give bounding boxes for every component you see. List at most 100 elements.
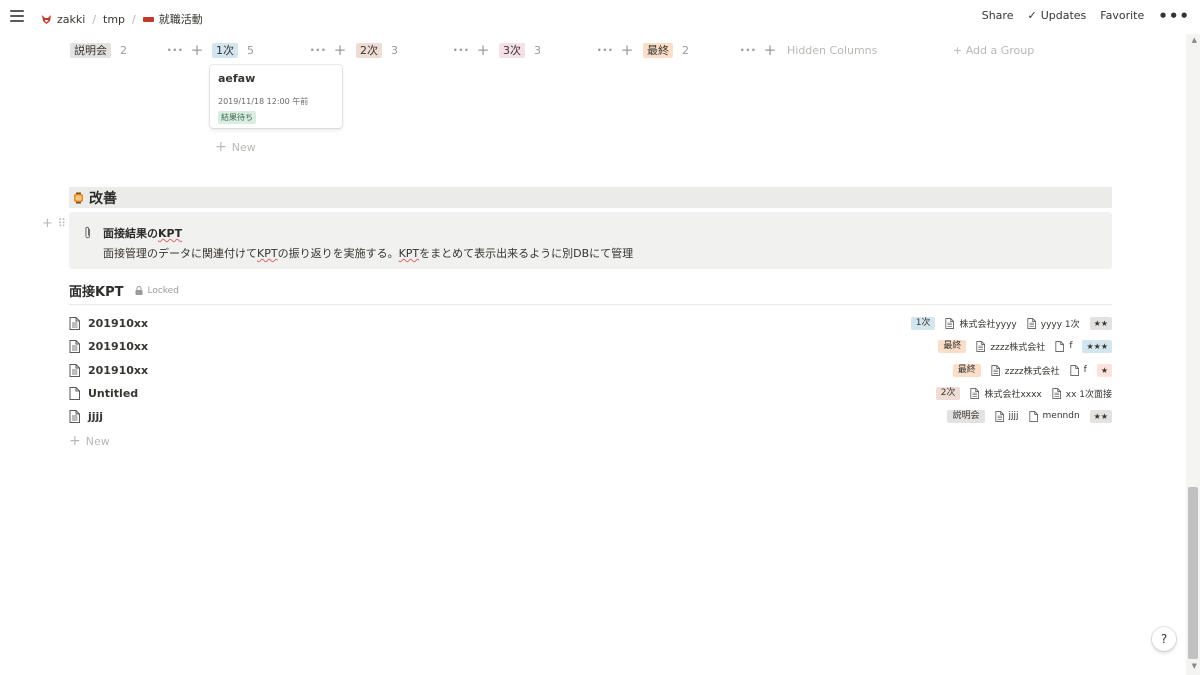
table-row[interactable]: 201910xx 最終 zzzz株式会社 f ★ [69, 360, 1112, 380]
company-relation[interactable]: 株式会社xxxx [970, 387, 1042, 400]
share-button[interactable]: Share [982, 9, 1014, 22]
table-row[interactable]: Untitled 2次 株式会社xxxx xx 1次面接 [69, 383, 1112, 403]
board-card[interactable]: aefaw 2019/11/18 12:00 午前 結果待ち [210, 65, 342, 128]
menu-icon[interactable] [10, 10, 24, 22]
company-relation[interactable]: 株式会社yyyy [945, 317, 1017, 330]
interview-relation[interactable]: menndn [1028, 410, 1080, 422]
more-options-icon[interactable]: ••• [1158, 8, 1190, 23]
top-actions: Share ✓ Updates Favorite ••• [968, 8, 1190, 23]
heading-text: 改善 [89, 190, 117, 207]
scrollbar-thumb[interactable] [1188, 487, 1198, 659]
table-row[interactable]: 201910xx 最終 zzzz株式会社 f ★★★ [69, 336, 1112, 356]
column-controls: ··· + [453, 41, 490, 59]
callout-block[interactable]: 面接結果のKPT 面接管理のデータに関連付けてKPTの振り返りを実施する。KPT… [69, 212, 1112, 269]
card-title: aefaw [218, 72, 256, 85]
board-column-3ji[interactable]: 3次 3 [499, 42, 541, 58]
interview-relation[interactable]: f [1070, 364, 1087, 376]
section-heading: 改善 [69, 187, 1112, 208]
page-icon [1052, 387, 1061, 399]
interview-name: menndn [1042, 411, 1080, 421]
red-bar-icon [142, 16, 154, 22]
row-title: Untitled [88, 386, 139, 400]
company-relation[interactable]: zzzz株式会社 [991, 364, 1060, 377]
column-count: 5 [247, 43, 254, 57]
page-icon [970, 387, 980, 399]
rating-tag: ★★ [1089, 316, 1112, 330]
column-add-icon[interactable]: + [621, 41, 634, 59]
column-more-icon[interactable]: ··· [310, 43, 327, 57]
help-button[interactable]: ? [1152, 627, 1176, 651]
page-icon [1070, 364, 1079, 376]
new-label: New [231, 140, 256, 154]
row-title: 201910xx [88, 339, 149, 353]
page-icon [69, 363, 80, 377]
check-icon: ✓ [1027, 9, 1037, 22]
board-column-setsumeikai[interactable]: 説明会 2 [70, 42, 127, 58]
page-icon [69, 316, 80, 330]
board-column-saishu[interactable]: 最終 2 [643, 42, 689, 58]
page-icon [69, 409, 80, 423]
hidden-columns[interactable]: Hidden Columns [787, 42, 877, 58]
page-icon [69, 386, 80, 400]
page-icon [994, 410, 1004, 422]
board-column-2ji[interactable]: 2次 3 [356, 42, 398, 58]
page-icon [69, 339, 80, 353]
locked-label: Locked [147, 285, 179, 296]
locked-badge[interactable]: Locked [135, 285, 179, 296]
row-properties: 2次 株式会社xxxx xx 1次面接 [935, 383, 1112, 403]
board-header: 説明会 2 ··· + 1次 5 ··· + 2次 3 ··· + 3次 3 ·… [70, 41, 1120, 59]
table-title[interactable]: 面接KPT [69, 281, 123, 300]
row-properties: 1次 株式会社yyyy yyyy 1次 ★★ [910, 313, 1112, 333]
block-handle[interactable]: + ⠿ [42, 216, 66, 231]
rating-tag: ★ [1096, 363, 1112, 377]
add-block-icon[interactable]: + [42, 216, 53, 231]
table-new-button[interactable]: + New [69, 433, 110, 449]
company-relation[interactable]: zzzz株式会社 [976, 340, 1045, 353]
table-row[interactable]: 201910xx 1次 株式会社yyyy yyyy 1次 ★★ [69, 313, 1112, 333]
company-name: jjjj [1008, 411, 1019, 421]
top-bar: zakki / tmp / 就職活動 Share ✓ Updates Favor… [0, 0, 1200, 34]
scroll-up-icon[interactable]: ▲ [1192, 36, 1197, 44]
column-add-icon[interactable]: + [334, 41, 347, 59]
column-tag: 説明会 [70, 42, 111, 58]
breadcrumb-job-hunting[interactable]: 就職活動 [140, 9, 206, 29]
column-more-icon[interactable]: ··· [167, 43, 184, 57]
column-controls: ··· + [597, 41, 634, 59]
column-count: 2 [120, 43, 127, 57]
interview-relation[interactable]: f [1055, 340, 1072, 352]
interview-relation[interactable]: yyyy 1次 [1027, 317, 1080, 330]
row-title: 201910xx [88, 316, 149, 330]
scroll-down-icon[interactable]: ▼ [1192, 662, 1197, 670]
column-add-icon[interactable]: + [764, 41, 777, 59]
callout-title-kpt: KPT [158, 227, 183, 240]
interview-relation[interactable]: xx 1次面接 [1052, 387, 1112, 400]
column-more-icon[interactable]: ··· [597, 43, 614, 57]
column-more-icon[interactable]: ··· [740, 43, 757, 57]
board-new-button[interactable]: + New [215, 139, 256, 155]
row-properties: 最終 zzzz株式会社 f ★ [952, 360, 1112, 380]
interview-name: f [1083, 365, 1087, 375]
page-icon [1055, 340, 1065, 352]
column-more-icon[interactable]: ··· [453, 43, 470, 57]
breadcrumb-tmp[interactable]: tmp [100, 11, 128, 28]
add-group-button[interactable]: + Add a Group [953, 42, 1034, 58]
page-icon [991, 364, 1000, 376]
lock-icon [135, 286, 143, 295]
fox-icon [42, 14, 51, 24]
breadcrumb-zakki[interactable]: zakki [38, 11, 88, 28]
company-relation[interactable]: jjjj [994, 410, 1019, 422]
column-count: 3 [534, 43, 541, 57]
stage-tag: 2次 [935, 386, 961, 400]
updates-button[interactable]: ✓ Updates [1027, 9, 1086, 22]
table-row[interactable]: jjjj 説明会 jjjj menndn ★★ [69, 406, 1112, 426]
company-name: zzzz株式会社 [990, 342, 1046, 353]
stage-tag: 最終 [952, 363, 981, 377]
plus-icon: + [215, 139, 227, 155]
column-add-icon[interactable]: + [477, 41, 490, 59]
column-add-icon[interactable]: + [191, 41, 204, 59]
board-column-1ji[interactable]: 1次 5 [212, 42, 254, 58]
drag-handle-icon[interactable]: ⠿ [58, 217, 66, 230]
favorite-button[interactable]: Favorite [1100, 9, 1144, 22]
rating-tag: ★★★ [1082, 339, 1112, 353]
column-count: 3 [391, 43, 398, 57]
